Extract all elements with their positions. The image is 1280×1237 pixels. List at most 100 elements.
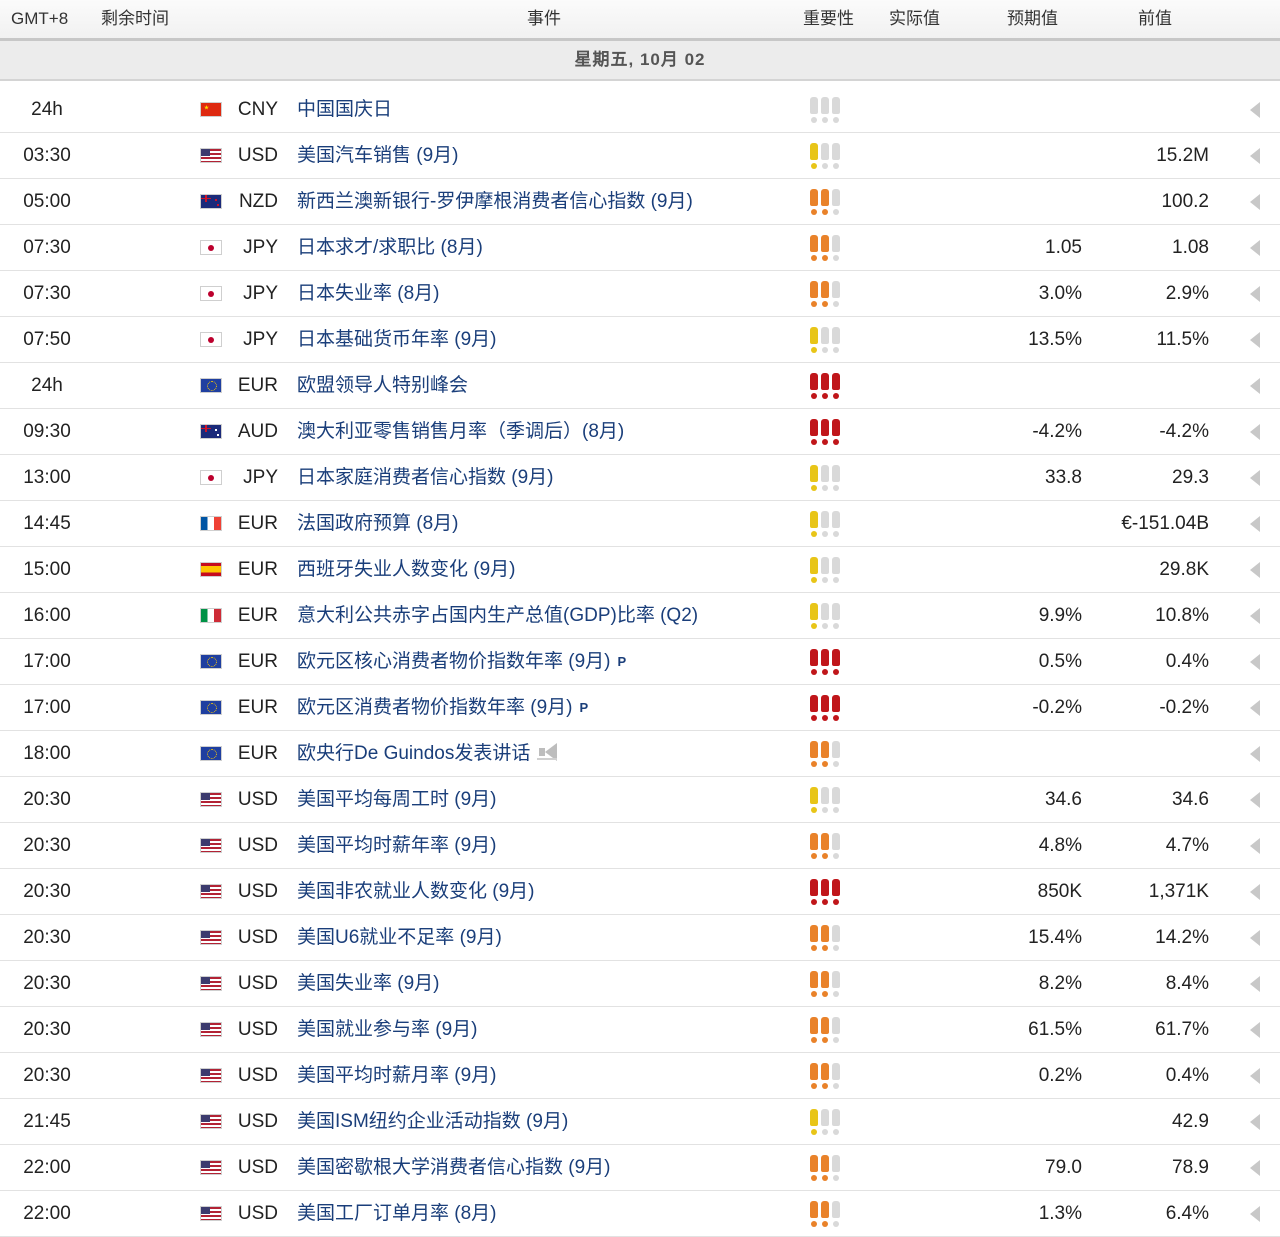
expand-arrow-icon[interactable]: [1250, 1191, 1266, 1236]
expand-arrow-icon[interactable]: [1250, 271, 1266, 316]
event-name[interactable]: 美国ISM纽约企业活动指数 (9月): [297, 1099, 787, 1144]
event-link[interactable]: 美国工厂订单月率 (8月): [297, 1203, 497, 1224]
event-name[interactable]: 美国非农就业人数变化 (9月): [297, 869, 787, 914]
event-link[interactable]: 美国汽车销售 (9月): [297, 145, 459, 166]
expand-arrow-icon[interactable]: [1250, 501, 1266, 546]
expand-arrow-icon[interactable]: [1250, 731, 1266, 776]
event-name[interactable]: 欧元区消费者物价指数年率 (9月) P: [297, 685, 787, 730]
event-name[interactable]: 日本失业率 (8月): [297, 271, 787, 316]
event-name[interactable]: 西班牙失业人数变化 (9月): [297, 547, 787, 592]
event-link[interactable]: 美国失业率 (9月): [297, 973, 440, 994]
event-name[interactable]: 美国平均时薪年率 (9月): [297, 823, 787, 868]
expand-arrow-icon[interactable]: [1250, 1007, 1266, 1052]
event-name[interactable]: 日本基础货币年率 (9月): [297, 317, 787, 362]
event-name[interactable]: 中国国庆日: [297, 87, 787, 132]
event-link[interactable]: 欧央行De Guindos发表讲话: [297, 743, 530, 764]
event-link[interactable]: 美国就业参与率 (9月): [297, 1019, 478, 1040]
table-row[interactable]: 07:30 JPY 日本失业率 (8月) 3.0% 2.9%: [0, 271, 1280, 317]
event-link[interactable]: 美国非农就业人数变化 (9月): [297, 881, 535, 902]
table-row[interactable]: 18:00 EUR 欧央行De Guindos发表讲话: [0, 731, 1280, 777]
event-link[interactable]: 意大利公共赤字占国内生产总值(GDP)比率 (Q2): [297, 605, 698, 626]
event-name[interactable]: 美国汽车销售 (9月): [297, 133, 787, 178]
expand-arrow-icon[interactable]: [1250, 685, 1266, 730]
event-link[interactable]: 日本家庭消费者信心指数 (9月): [297, 467, 554, 488]
event-name[interactable]: 美国平均每周工时 (9月): [297, 777, 787, 822]
event-name[interactable]: 日本家庭消费者信心指数 (9月): [297, 455, 787, 500]
table-row[interactable]: 07:50 JPY 日本基础货币年率 (9月) 13.5% 11.5%: [0, 317, 1280, 363]
expand-arrow-icon[interactable]: [1250, 87, 1266, 132]
event-name[interactable]: 澳大利亚零售销售月率（季调后）(8月): [297, 409, 787, 454]
table-row[interactable]: 16:00 EUR 意大利公共赤字占国内生产总值(GDP)比率 (Q2) 9.9% 10…: [0, 593, 1280, 639]
event-link[interactable]: 美国密歇根大学消费者信心指数 (9月): [297, 1157, 611, 1178]
event-name[interactable]: 法国政府预算 (8月): [297, 501, 787, 546]
expand-arrow-icon[interactable]: [1250, 915, 1266, 960]
table-row[interactable]: 09:30 AUD 澳大利亚零售销售月率（季调后）(8月) -4.2% -4.2%: [0, 409, 1280, 455]
event-name[interactable]: 美国就业参与率 (9月): [297, 1007, 787, 1052]
event-link[interactable]: 新西兰澳新银行-罗伊摩根消费者信心指数 (9月): [297, 191, 693, 212]
expand-arrow-icon[interactable]: [1250, 1145, 1266, 1190]
event-link[interactable]: 澳大利亚零售销售月率（季调后）(8月): [297, 421, 624, 442]
event-link[interactable]: 日本求才/求职比 (8月): [297, 237, 483, 258]
table-row[interactable]: 20:30 USD 美国失业率 (9月) 8.2% 8.4%: [0, 961, 1280, 1007]
expand-arrow-icon[interactable]: [1250, 133, 1266, 178]
expand-arrow-icon[interactable]: [1250, 1053, 1266, 1098]
table-row[interactable]: 20:30 USD 美国非农就业人数变化 (9月) 850K 1,371K: [0, 869, 1280, 915]
expand-arrow-icon[interactable]: [1250, 961, 1266, 1006]
event-link[interactable]: 美国平均时薪月率 (9月): [297, 1065, 497, 1086]
event-name[interactable]: 意大利公共赤字占国内生产总值(GDP)比率 (Q2): [297, 593, 787, 638]
table-row[interactable]: 05:00 NZD 新西兰澳新银行-罗伊摩根消费者信心指数 (9月) 100.2: [0, 179, 1280, 225]
table-row[interactable]: 17:00 EUR 欧元区消费者物价指数年率 (9月) P -0.2% -0.2%: [0, 685, 1280, 731]
table-row[interactable]: 17:00 EUR 欧元区核心消费者物价指数年率 (9月) P 0.5% 0.4%: [0, 639, 1280, 685]
event-name[interactable]: 新西兰澳新银行-罗伊摩根消费者信心指数 (9月): [297, 179, 787, 224]
event-link[interactable]: 欧元区消费者物价指数年率 (9月): [297, 697, 573, 718]
event-name[interactable]: 日本求才/求职比 (8月): [297, 225, 787, 270]
expand-arrow-icon[interactable]: [1250, 409, 1266, 454]
header-timezone[interactable]: GMT+8: [11, 0, 68, 38]
table-row[interactable]: 22:00 USD 美国工厂订单月率 (8月) 1.3% 6.4%: [0, 1191, 1280, 1237]
table-row[interactable]: 15:00 EUR 西班牙失业人数变化 (9月) 29.8K: [0, 547, 1280, 593]
table-row[interactable]: 07:30 JPY 日本求才/求职比 (8月) 1.05 1.08: [0, 225, 1280, 271]
table-row[interactable]: 22:00 USD 美国密歇根大学消费者信心指数 (9月) 79.0 78.9: [0, 1145, 1280, 1191]
expand-arrow-icon[interactable]: [1250, 363, 1266, 408]
table-row[interactable]: 20:30 USD 美国平均时薪年率 (9月) 4.8% 4.7%: [0, 823, 1280, 869]
table-row[interactable]: 24h EUR 欧盟领导人特别峰会: [0, 363, 1280, 409]
table-row[interactable]: 20:30 USD 美国U6就业不足率 (9月) 15.4% 14.2%: [0, 915, 1280, 961]
event-link[interactable]: 中国国庆日: [297, 99, 392, 120]
table-row[interactable]: 21:45 USD 美国ISM纽约企业活动指数 (9月) 42.9: [0, 1099, 1280, 1145]
event-name[interactable]: 欧央行De Guindos发表讲话: [297, 731, 787, 776]
table-row[interactable]: 14:45 EUR 法国政府预算 (8月) €-151.04B: [0, 501, 1280, 547]
event-link[interactable]: 欧元区核心消费者物价指数年率 (9月): [297, 651, 611, 672]
table-row[interactable]: 20:30 USD 美国就业参与率 (9月) 61.5% 61.7%: [0, 1007, 1280, 1053]
event-name[interactable]: 美国U6就业不足率 (9月): [297, 915, 787, 960]
expand-arrow-icon[interactable]: [1250, 547, 1266, 592]
event-link[interactable]: 美国平均每周工时 (9月): [297, 789, 497, 810]
event-link[interactable]: 西班牙失业人数变化 (9月): [297, 559, 516, 580]
expand-arrow-icon[interactable]: [1250, 455, 1266, 500]
expand-arrow-icon[interactable]: [1250, 639, 1266, 684]
table-row[interactable]: 24h CNY 中国国庆日: [0, 87, 1280, 133]
expand-arrow-icon[interactable]: [1250, 593, 1266, 638]
expand-arrow-icon[interactable]: [1250, 869, 1266, 914]
table-row[interactable]: 20:30 USD 美国平均时薪月率 (9月) 0.2% 0.4%: [0, 1053, 1280, 1099]
event-link[interactable]: 法国政府预算 (8月): [297, 513, 459, 534]
event-name[interactable]: 欧元区核心消费者物价指数年率 (9月) P: [297, 639, 787, 684]
expand-arrow-icon[interactable]: [1250, 777, 1266, 822]
event-name[interactable]: 欧盟领导人特别峰会: [297, 363, 787, 408]
event-name[interactable]: 美国平均时薪月率 (9月): [297, 1053, 787, 1098]
expand-arrow-icon[interactable]: [1250, 317, 1266, 362]
event-name[interactable]: 美国密歇根大学消费者信心指数 (9月): [297, 1145, 787, 1190]
expand-arrow-icon[interactable]: [1250, 179, 1266, 224]
event-link[interactable]: 美国U6就业不足率 (9月): [297, 927, 502, 948]
event-link[interactable]: 美国ISM纽约企业活动指数 (9月): [297, 1111, 568, 1132]
table-row[interactable]: 20:30 USD 美国平均每周工时 (9月) 34.6 34.6: [0, 777, 1280, 823]
expand-arrow-icon[interactable]: [1250, 1099, 1266, 1144]
event-link[interactable]: 日本失业率 (8月): [297, 283, 440, 304]
event-link[interactable]: 美国平均时薪年率 (9月): [297, 835, 497, 856]
table-row[interactable]: 13:00 JPY 日本家庭消费者信心指数 (9月) 33.8 29.3: [0, 455, 1280, 501]
expand-arrow-icon[interactable]: [1250, 225, 1266, 270]
event-link[interactable]: 欧盟领导人特别峰会: [297, 375, 468, 396]
table-row[interactable]: 03:30 USD 美国汽车销售 (9月) 15.2M: [0, 133, 1280, 179]
expand-arrow-icon[interactable]: [1250, 823, 1266, 868]
event-name[interactable]: 美国工厂订单月率 (8月): [297, 1191, 787, 1236]
event-link[interactable]: 日本基础货币年率 (9月): [297, 329, 497, 350]
